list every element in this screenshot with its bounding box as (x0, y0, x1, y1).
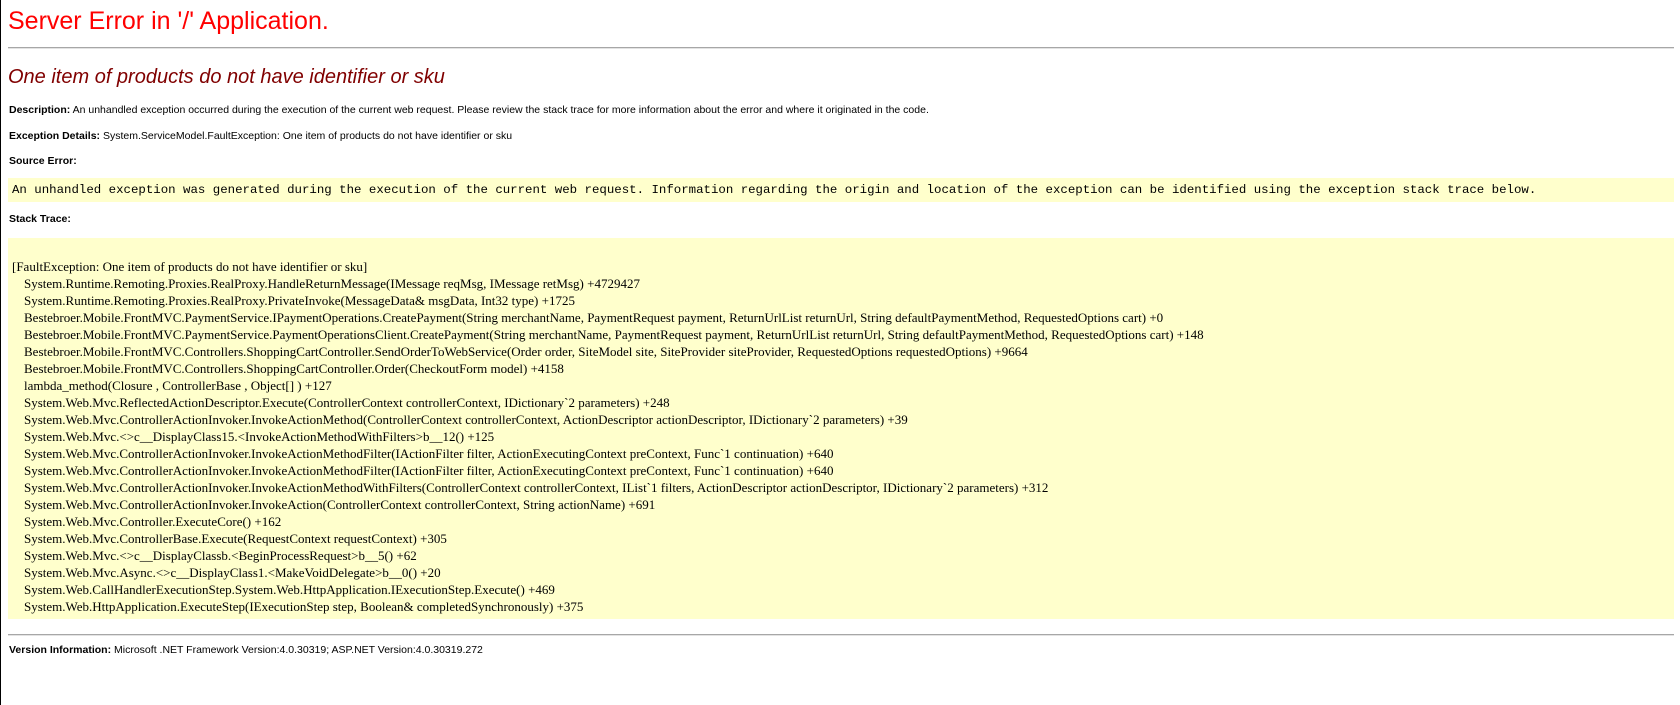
stack-trace-line: System.Runtime.Remoting.Proxies.RealProx… (24, 293, 575, 308)
stack-trace-line: Bestebroer.Mobile.FrontMVC.Controllers.S… (24, 344, 1028, 359)
source-error-section: Source Error: (9, 154, 77, 168)
exception-details-section: Exception Details: System.ServiceModel.F… (9, 129, 512, 143)
stack-trace-line: lambda_method(Closure , ControllerBase ,… (24, 378, 332, 393)
stack-trace-line: System.Web.Mvc.Controller.ExecuteCore() … (24, 514, 282, 529)
version-information-text: Microsoft .NET Framework Version:4.0.303… (114, 644, 483, 656)
page-title: Server Error in '/' Application. (8, 7, 329, 35)
stack-trace-line: System.Web.Mvc.ControllerActionInvoker.I… (24, 412, 908, 427)
error-page: Server Error in '/' Application. One ite… (0, 0, 1680, 705)
stack-trace-line: System.Web.HttpApplication.ExecuteStep(I… (24, 599, 584, 614)
stack-trace-line: System.Web.Mvc.ControllerActionInvoker.I… (24, 446, 834, 461)
stack-trace-line: Bestebroer.Mobile.FrontMVC.PaymentServic… (24, 310, 1164, 325)
stack-trace-label: Stack Trace: (9, 213, 71, 225)
version-information-section: Version Information: Microsoft .NET Fram… (9, 643, 483, 657)
stack-trace-line: System.Web.Mvc.Async.<>c__DisplayClass1.… (24, 565, 441, 580)
source-error-box: An unhandled exception was generated dur… (8, 178, 1674, 202)
stack-trace-box: [FaultException: One item of products do… (8, 238, 1674, 619)
source-error-label: Source Error: (9, 155, 77, 167)
exception-details-label: Exception Details: (9, 130, 101, 142)
stack-trace-line: Bestebroer.Mobile.FrontMVC.Controllers.S… (24, 361, 564, 376)
footer-divider (8, 634, 1674, 636)
stack-trace-section: Stack Trace: (9, 212, 71, 226)
window-left-edge (0, 0, 1, 705)
stack-trace-line: System.Web.CallHandlerExecutionStep.Syst… (24, 582, 555, 597)
stack-trace-line: System.Web.Mvc.ControllerActionInvoker.I… (24, 497, 656, 512)
stack-trace-lines: [FaultException: One item of products do… (12, 258, 1204, 615)
header-divider (8, 47, 1674, 49)
stack-trace-line: System.Web.Mvc.<>c__DisplayClass15.<Invo… (24, 429, 495, 444)
stack-trace-line: System.Runtime.Remoting.Proxies.RealProx… (24, 276, 640, 291)
description-text: An unhandled exception occurred during t… (72, 104, 929, 116)
version-information-label: Version Information: (9, 644, 112, 656)
stack-trace-line: [FaultException: One item of products do… (12, 259, 368, 274)
exception-details-text: System.ServiceModel.FaultException: One … (102, 130, 513, 142)
stack-trace-line: System.Web.Mvc.ReflectedActionDescriptor… (24, 395, 670, 410)
stack-trace-line: System.Web.Mvc.ControllerActionInvoker.I… (24, 480, 1049, 495)
stack-trace-line: System.Web.Mvc.ControllerActionInvoker.I… (24, 463, 834, 478)
stack-trace-line: Bestebroer.Mobile.FrontMVC.PaymentServic… (24, 327, 1204, 342)
source-error-text: An unhandled exception was generated dur… (12, 183, 1537, 197)
error-message-heading: One item of products do not have identif… (8, 66, 445, 88)
stack-trace-line: System.Web.Mvc.<>c__DisplayClassb.<Begin… (24, 548, 417, 563)
description-label: Description: (9, 104, 71, 116)
stack-trace-line: System.Web.Mvc.ControllerBase.Execute(Re… (24, 531, 447, 546)
description-section: Description: An unhandled exception occu… (9, 103, 929, 117)
